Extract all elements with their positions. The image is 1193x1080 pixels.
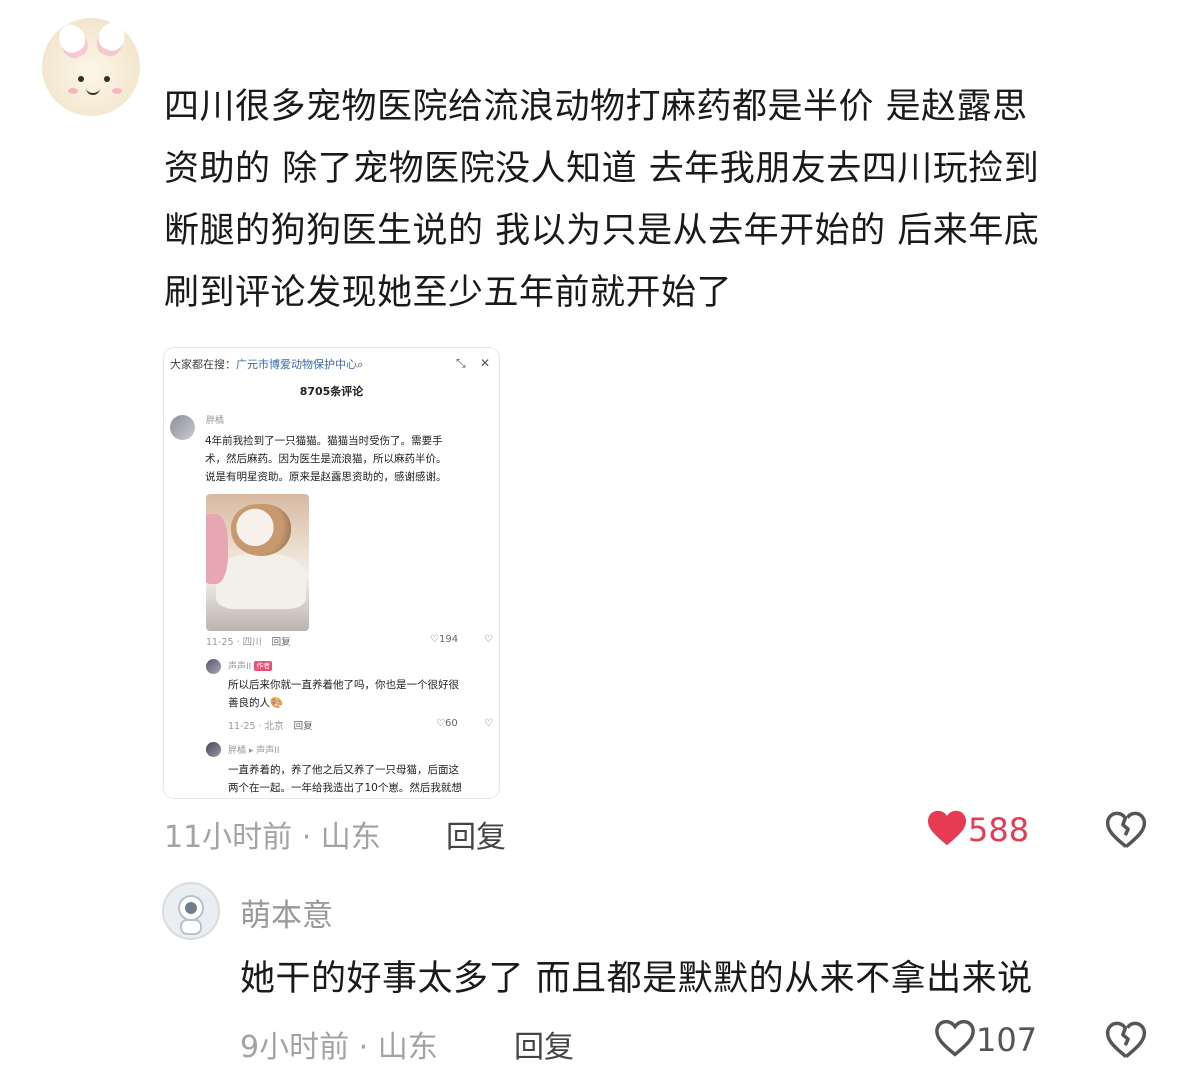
embedded-like: ♡194: [430, 634, 458, 645]
embedded-time-location: 11-25 · 北京: [228, 721, 284, 732]
bunny-ear-left: [54, 20, 92, 62]
embedded-comment-line: 两个在一起。一年给我造出了10个崽。然后我就想: [228, 782, 462, 794]
reply-comment-text: 她干的好事太多了 而且都是默默的从来不拿出来说: [240, 959, 1033, 999]
bunny-cheek-right: [112, 88, 122, 94]
embedded-search-prefix: 大家都在搜：: [170, 358, 236, 371]
embedded-comment-line: 说是有明星资助。原来是赵露思资助的，感谢感谢。: [205, 471, 447, 483]
embedded-meta: 11-25 · 北京 回复: [228, 718, 313, 732]
embedded-search-term: 广元市博爱动物保护中心: [236, 358, 357, 371]
astronaut-avatar-icon: [178, 895, 204, 935]
embedded-avatar: [206, 742, 221, 757]
embedded-avatar: [170, 415, 195, 440]
embedded-username: 胖橘 ▸ 声声II: [228, 746, 280, 756]
reply-reply-button[interactable]: 回复: [514, 1022, 574, 1066]
embedded-time-location: 11-25 · 四川: [206, 637, 262, 648]
reply-like-count: 107: [976, 1021, 1038, 1059]
main-comment-avatar[interactable]: [42, 18, 140, 116]
main-comment-line: 资助的 除了宠物医院没人知道 去年我朋友去四川玩捡到: [164, 149, 1040, 189]
cat-body: [216, 554, 306, 609]
heart-outline-icon: [935, 1019, 975, 1057]
hand: [206, 514, 228, 584]
reply-username[interactable]: 萌本意: [240, 890, 333, 935]
main-like-count: 588: [968, 811, 1030, 849]
embedded-comment-text: 4年前我捡到了一只猫猫。猫猫当时受伤了。需要手 术，然后麻药。因为医生是流浪猫，…: [205, 432, 497, 486]
reply-time-location: 9小时前 · 山东: [240, 1030, 438, 1065]
bunny-mouth: [86, 86, 100, 95]
bunny-cheek-left: [68, 88, 78, 94]
heart-outline-icon: ♡: [436, 718, 445, 729]
main-comment-line: 四川很多宠物医院给流浪动物打麻药都是半价 是赵露思: [164, 87, 1028, 127]
bunny-eye-right: [104, 76, 110, 82]
embedded-comment-line: 术，然后麻药。因为医生是流浪猫，所以麻药半价。: [205, 453, 447, 465]
dislike-icon: ♡: [484, 634, 493, 645]
embedded-meta: 11-25 · 四川 回复: [206, 634, 291, 648]
embedded-reply: 回复: [271, 637, 291, 648]
embedded-search-text: 大家都在搜：广元市博爱动物保护中心⌕: [170, 356, 363, 372]
cat-photo: [206, 494, 309, 631]
embedded-comment-line: 一直养着的，养了他之后又养了一只母猫，后面这: [228, 764, 459, 776]
embedded-like-count: 60: [444, 718, 458, 729]
main-dislike-button[interactable]: [1105, 810, 1147, 854]
attached-screenshot-image[interactable]: 大家都在搜：广元市博爱动物保护中心⌕ ⤡ ✕ 8705条评论 胖橘 4年前我捡到…: [164, 348, 499, 798]
dislike-icon: ♡: [484, 718, 493, 729]
embedded-like-count: 194: [438, 634, 459, 645]
embedded-comment-text: 一直养着的，养了他之后又养了一只母猫，后面这 两个在一起。一年给我造出了10个崽…: [228, 761, 498, 797]
embedded-username-text: 声声II: [228, 662, 252, 672]
broken-heart-icon: [1105, 1021, 1147, 1058]
embedded-comment-count: 8705条评论: [299, 385, 364, 398]
heart-outline-icon: ♡: [430, 634, 439, 645]
author-badge: 作者: [254, 661, 273, 671]
search-icon: ⌕: [357, 358, 364, 371]
cat-head: [231, 504, 291, 556]
bunny-ear-right: [92, 18, 130, 60]
main-like-button[interactable]: 588: [926, 809, 1029, 849]
heart-filled-icon: [928, 810, 966, 846]
bunny-eye-left: [78, 76, 84, 82]
embedded-reply: 回复: [293, 721, 313, 732]
embedded-like: ♡60: [436, 718, 458, 729]
reply-dislike-button[interactable]: [1105, 1020, 1147, 1064]
main-comment-text: 四川很多宠物医院给流浪动物打麻药都是半价 是赵露思 资助的 除了宠物医院没人知道…: [164, 76, 1154, 324]
main-reply-button[interactable]: 回复: [446, 812, 506, 856]
embedded-username: 胖橘: [206, 416, 225, 426]
embedded-username: 声声II 作者: [228, 659, 273, 672]
broken-heart-icon: [1105, 811, 1147, 848]
main-comment-line: 刷到评论发现她至少五年前就开始了: [164, 273, 733, 313]
collapse-icon: ⤡: [456, 356, 466, 370]
embedded-search-bar: 大家都在搜：广元市博爱动物保护中心⌕ ⤡ ✕: [170, 354, 490, 374]
main-comment-time-location: 11小时前 · 山东: [164, 820, 381, 855]
embedded-comment-line: 4年前我捡到了一只猫猫。猫猫当时受伤了。需要手: [205, 435, 443, 447]
embedded-comment-text: 所以后来你就一直养着他了吗，你也是一个很好很 善良的人🎨: [228, 676, 498, 712]
close-icon: ✕: [480, 356, 491, 370]
embedded-avatar: [206, 659, 221, 674]
main-comment-line: 断腿的狗狗医生说的 我以为只是从去年开始的 后来年底: [164, 211, 1040, 251]
reply-like-button[interactable]: 107: [934, 1019, 1037, 1059]
embedded-comment-line: 所以后来你就一直养着他了吗，你也是一个很好很: [228, 679, 459, 691]
embedded-comment-line: 善良的人🎨: [228, 697, 284, 709]
reply-comment-avatar[interactable]: [164, 884, 218, 938]
